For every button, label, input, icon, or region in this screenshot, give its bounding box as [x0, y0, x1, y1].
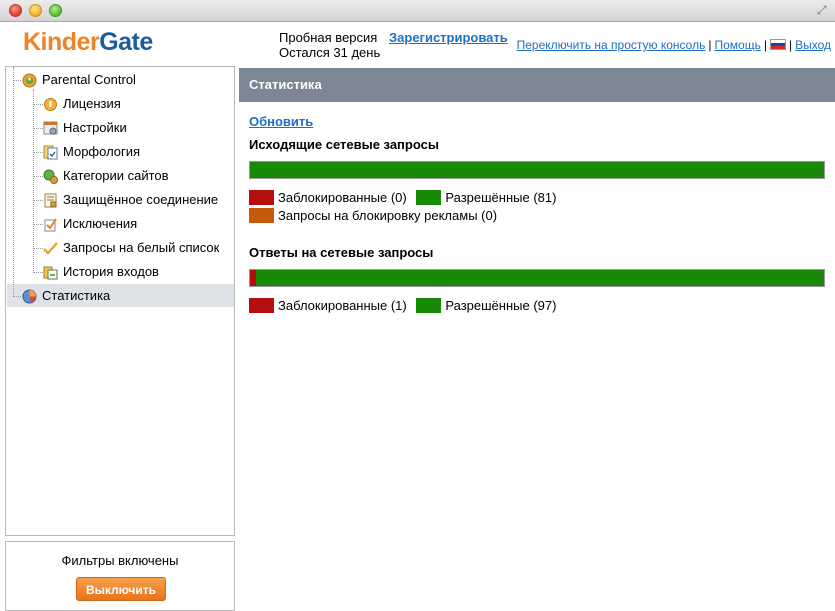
exceptions-icon	[44, 218, 57, 232]
legend-label: Разрешённые (97)	[445, 298, 557, 313]
disable-filters-button[interactable]: Выключить	[76, 577, 166, 601]
sidebar-item-label: Морфология	[63, 144, 141, 159]
app-logo: KinderGate	[23, 28, 153, 57]
ads-swatch	[249, 208, 274, 223]
navigation-tree: Parental Control Лицензия Настройки Морф…	[5, 66, 235, 536]
legend-label: Разрешённые (81)	[445, 190, 557, 205]
help-link[interactable]: Помощь	[714, 38, 760, 52]
license-icon	[44, 98, 57, 111]
legend-item-blocked: Заблокированные (1)	[249, 298, 407, 313]
zoom-window-button[interactable]	[49, 4, 62, 17]
page-title: Статистика	[239, 68, 835, 102]
russian-flag-icon[interactable]	[769, 39, 786, 50]
tree-label: Parental Control	[42, 72, 136, 87]
logo-part-gate: Gate	[99, 28, 153, 56]
sidebar-item-label: Исключения	[63, 216, 138, 231]
logo-part-kinder: Kinder	[23, 28, 100, 56]
sidebar-item-label: Запросы на белый список	[63, 240, 220, 255]
trial-days-left: Остался 31 день	[279, 45, 381, 60]
legend-label: Заблокированные (1)	[278, 298, 407, 313]
categories-icon	[43, 169, 58, 184]
legend-item-allowed: Разрешённые (97)	[416, 298, 556, 313]
bar-segment-allowed	[255, 270, 824, 286]
legend-item-ads: Запросы на блокировку рекламы (0)	[249, 208, 497, 223]
fullscreen-icon[interactable]: ⤢	[817, 4, 829, 16]
whitelist-icon	[43, 242, 58, 255]
filters-panel: Фильтры включены Выключить	[5, 541, 235, 611]
login-history-icon	[43, 266, 58, 280]
legend-item-allowed: Разрешённые (81)	[416, 190, 556, 205]
allowed-swatch	[416, 190, 442, 205]
legend-item-blocked: Заблокированные (0)	[249, 190, 407, 205]
outgoing-requests-bar	[249, 161, 825, 179]
refresh-link[interactable]: Обновить	[249, 114, 313, 129]
window-titlebar: ⤢	[0, 0, 835, 22]
app-header: KinderGate Пробная версия Остался 31 ден…	[0, 22, 835, 66]
trial-info: Пробная версия Остался 31 день	[279, 30, 380, 60]
blocked-swatch	[249, 190, 274, 205]
sidebar-item-label: Защищённое соединение	[63, 192, 219, 207]
morphology-icon	[43, 145, 58, 160]
allowed-swatch	[416, 298, 442, 313]
close-window-button[interactable]	[9, 4, 22, 17]
statistics-icon	[22, 289, 37, 304]
responses-bar	[249, 269, 825, 287]
settings-icon	[43, 121, 58, 135]
exit-link[interactable]: Выход	[795, 38, 831, 52]
outgoing-requests-title: Исходящие сетевые запросы	[249, 137, 439, 152]
sidebar-item-label: Категории сайтов	[63, 168, 169, 183]
sidebar-item-label: Статистика	[42, 288, 111, 303]
register-link[interactable]: Зарегистрировать	[389, 30, 508, 45]
responses-legend: Заблокированные (1) Разрешённые (97)	[249, 298, 562, 313]
outgoing-legend: Заблокированные (0) Разрешённые (81)	[249, 190, 562, 205]
trial-version-label: Пробная версия	[279, 30, 378, 45]
sidebar-item-label: История входов	[63, 264, 159, 279]
statistics-content: Обновить Исходящие сетевые запросы Забло…	[239, 102, 835, 611]
sidebar-item-label: Настройки	[63, 120, 127, 135]
secure-connection-icon	[44, 193, 57, 208]
responses-title: Ответы на сетевые запросы	[249, 245, 434, 260]
legend-label: Заблокированные (0)	[278, 190, 407, 205]
blocked-swatch	[249, 298, 274, 313]
parental-control-icon	[22, 73, 37, 88]
sidebar-item-label: Лицензия	[63, 96, 121, 111]
minimize-window-button[interactable]	[29, 4, 42, 17]
top-links: Переключить на простую консоль | Помощь | | В…	[516, 38, 831, 52]
legend-label: Запросы на блокировку рекламы (0)	[278, 208, 498, 223]
outgoing-legend-ads: Запросы на блокировку рекламы (0)	[249, 208, 503, 223]
filters-status: Фильтры включены	[61, 553, 179, 568]
bar-segment-allowed	[250, 162, 824, 178]
switch-console-link[interactable]: Переключить на простую консоль	[517, 38, 706, 52]
